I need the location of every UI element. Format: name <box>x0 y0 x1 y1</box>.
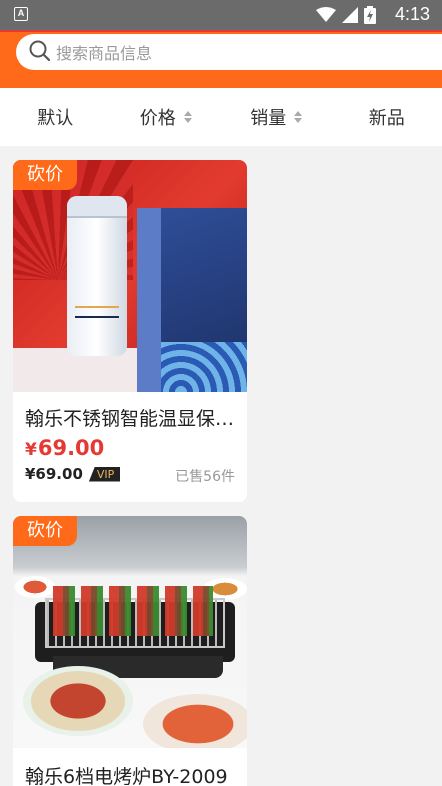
sort-arrows-icon <box>183 111 192 123</box>
search-placeholder: 搜索商品信息 <box>56 44 153 63</box>
vip-badge: VIP <box>88 466 121 482</box>
sort-price[interactable]: 价格 <box>111 88 222 146</box>
vip-price-row: ¥69.00 VIP <box>25 465 121 483</box>
price-value: 69.00 <box>37 436 105 460</box>
product-card[interactable]: 砍价 翰乐不锈钢智能温显保温杯套装 ¥69.00 ¥69.00 VIP 已售56… <box>13 160 247 502</box>
product-price: ¥69.00 <box>25 436 104 460</box>
search-icon <box>29 40 51 62</box>
product-title: 翰乐不锈钢智能温显保温杯套装 <box>25 408 237 430</box>
system-icons <box>316 6 376 24</box>
product-card[interactable]: 砍价 翰乐6档电烤炉BY-2009 <box>13 516 247 786</box>
product-image[interactable]: 砍价 <box>13 516 247 748</box>
sold-count: 已售56件 <box>175 469 235 485</box>
bargain-badge: 砍价 <box>13 160 77 190</box>
sort-label: 新品 <box>368 108 405 129</box>
sort-sales[interactable]: 销量 <box>221 88 332 146</box>
sort-bar: 默认 价格 销量 新品 <box>0 88 442 146</box>
sort-new[interactable]: 新品 <box>332 88 442 146</box>
sort-label: 默认 <box>37 108 74 129</box>
header: 搜索商品信息 <box>0 30 442 88</box>
clock: 4:13 <box>394 4 430 24</box>
sort-label: 销量 <box>250 108 287 129</box>
status-bar: A 4:13 <box>0 0 442 30</box>
cell-signal-icon <box>342 7 358 23</box>
vip-price: ¥69.00 <box>25 465 83 483</box>
sort-label: 价格 <box>139 108 176 129</box>
sort-default[interactable]: 默认 <box>0 88 111 146</box>
bargain-badge: 砍价 <box>13 516 77 546</box>
product-image[interactable]: 砍价 <box>13 160 247 392</box>
battery-icon <box>364 6 376 24</box>
search-input[interactable]: 搜索商品信息 <box>16 34 442 70</box>
product-title: 翰乐6档电烤炉BY-2009 <box>25 766 228 786</box>
app-notification-icon: A <box>14 7 28 21</box>
wifi-icon <box>316 7 336 22</box>
sort-arrows-icon <box>294 111 303 123</box>
price-currency: ¥ <box>25 440 37 460</box>
